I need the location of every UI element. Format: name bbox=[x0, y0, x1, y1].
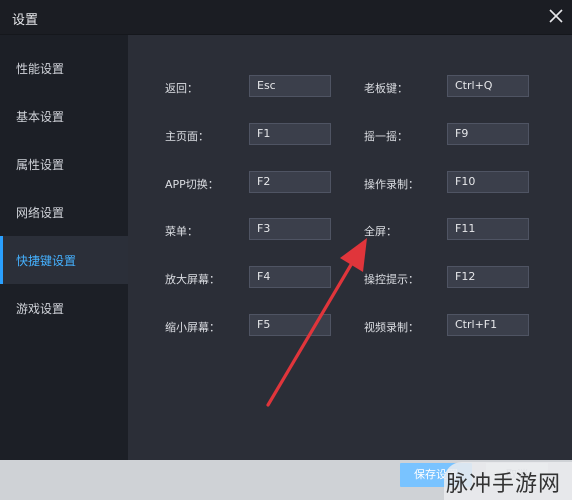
shortcut-label-back: 返回： bbox=[165, 82, 198, 95]
shortcut-key-boss-key[interactable]: Ctrl+Q bbox=[447, 75, 529, 97]
shortcut-key-app-switch[interactable]: F2 bbox=[249, 171, 331, 193]
sidebar-item-label: 基本设置 bbox=[16, 110, 65, 124]
shortcut-key-fullscreen[interactable]: F11 bbox=[447, 218, 529, 240]
shortcut-label-app-switch: APP切换： bbox=[165, 178, 219, 191]
sidebar-item-label: 属性设置 bbox=[16, 158, 65, 172]
sidebar-item-game[interactable]: 游戏设置 bbox=[0, 284, 128, 332]
sidebar-item-performance[interactable]: 性能设置 bbox=[0, 44, 128, 92]
sidebar-item-label: 游戏设置 bbox=[16, 302, 65, 316]
window-title: 设置 bbox=[12, 13, 39, 28]
shortcut-label-shake: 摇一摇： bbox=[364, 130, 408, 143]
close-icon[interactable] bbox=[546, 6, 566, 26]
watermark: 脉冲手游网 bbox=[446, 472, 562, 497]
shortcut-label-control-hints: 操控提示： bbox=[364, 273, 419, 286]
sidebar-item-properties[interactable]: 属性设置 bbox=[0, 140, 128, 188]
shortcut-label-fullscreen: 全屏： bbox=[364, 225, 397, 238]
shortcut-key-menu[interactable]: F3 bbox=[249, 218, 331, 240]
shortcut-label-record-ops: 操作录制： bbox=[364, 178, 419, 191]
shortcut-key-record-ops[interactable]: F10 bbox=[447, 171, 529, 193]
sidebar-item-label: 网络设置 bbox=[16, 206, 65, 220]
shortcut-label-menu: 菜单： bbox=[165, 225, 198, 238]
shortcut-key-shake[interactable]: F9 bbox=[447, 123, 529, 145]
shortcut-key-control-hints[interactable]: F12 bbox=[447, 266, 529, 288]
shortcut-key-zoom-out[interactable]: F5 bbox=[249, 314, 331, 336]
shortcut-label-boss-key: 老板键： bbox=[364, 82, 408, 95]
shortcut-label-zoom-in: 放大屏幕： bbox=[165, 273, 220, 286]
sidebar-item-shortcuts[interactable]: 快捷键设置 bbox=[0, 236, 128, 284]
shortcut-label-zoom-out: 缩小屏幕： bbox=[165, 321, 220, 334]
shortcut-key-zoom-in[interactable]: F4 bbox=[249, 266, 331, 288]
sidebar-item-network[interactable]: 网络设置 bbox=[0, 188, 128, 236]
shortcut-key-back[interactable]: Esc bbox=[249, 75, 331, 97]
shortcut-label-home: 主页面： bbox=[165, 130, 209, 143]
sidebar: 性能设置 基本设置 属性设置 网络设置 快捷键设置 游戏设置 bbox=[0, 35, 128, 460]
shortcut-key-home[interactable]: F1 bbox=[249, 123, 331, 145]
title-bar: 设置 bbox=[0, 0, 572, 35]
shortcut-label-video-record: 视频录制： bbox=[364, 321, 419, 334]
shortcut-key-video-record[interactable]: Ctrl+F1 bbox=[447, 314, 529, 336]
sidebar-item-label: 快捷键设置 bbox=[16, 254, 77, 268]
sidebar-item-basic[interactable]: 基本设置 bbox=[0, 92, 128, 140]
sidebar-item-label: 性能设置 bbox=[16, 62, 65, 76]
shortcut-settings-panel bbox=[128, 35, 572, 460]
